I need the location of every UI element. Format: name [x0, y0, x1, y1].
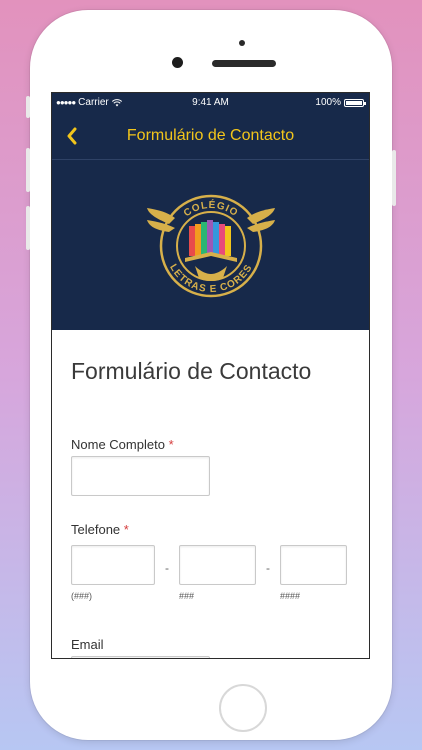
- battery-percent: 100%: [315, 97, 341, 108]
- full-name-field-group: Nome Completo *: [71, 437, 350, 496]
- phone-area-hint: (###): [71, 591, 93, 601]
- silent-switch: [26, 96, 30, 118]
- phone-prefix-hint: ###: [179, 591, 195, 601]
- earpiece-speaker: [212, 60, 276, 67]
- phone-line-hint: ####: [280, 591, 301, 601]
- email-label: Email: [71, 637, 104, 652]
- full-name-label: Nome Completo *: [71, 437, 350, 452]
- power-button: [392, 150, 396, 206]
- email-field-group: Email: [71, 637, 350, 658]
- proximity-sensor: [239, 40, 245, 46]
- required-marker: *: [123, 522, 129, 537]
- app-screen: ●●●●● Carrier 9:41 AM 100% Formulário de…: [52, 93, 369, 658]
- phone-line-group: ####: [280, 545, 347, 601]
- nav-bar: Formulário de Contacto: [52, 113, 369, 160]
- phone-area-code-input[interactable]: [71, 545, 155, 585]
- status-right: 100%: [315, 97, 366, 108]
- form-title: Formulário de Contacto: [71, 358, 312, 384]
- phone-area-group: (###): [71, 545, 155, 601]
- volume-down-button: [26, 206, 30, 250]
- email-input[interactable]: [71, 656, 210, 658]
- phone-prefix-input[interactable]: [179, 545, 256, 585]
- phone-label: Telefone *: [71, 522, 350, 537]
- phone-separator: -: [266, 561, 270, 575]
- phone-inputs-row: (###) - ### - ####: [71, 545, 350, 601]
- nav-title: Formulário de Contacto: [126, 127, 295, 144]
- phone-separator: -: [165, 561, 169, 575]
- phone-label-text: Telefone: [71, 522, 121, 537]
- required-marker: *: [168, 437, 174, 452]
- volume-up-button: [26, 148, 30, 192]
- front-camera: [172, 57, 183, 68]
- school-logo-banner: COLÉGIO LETRAS E CORES: [52, 160, 369, 330]
- status-bar: ●●●●● Carrier 9:41 AM 100%: [52, 93, 369, 113]
- home-button[interactable]: [219, 684, 267, 732]
- battery-icon: [344, 98, 366, 107]
- full-name-input[interactable]: [71, 456, 210, 496]
- contact-form: Formulário de Contacto Nome Completo * T…: [52, 358, 369, 658]
- phone-field-group: Telefone * (###) - ### - ####: [71, 522, 350, 601]
- school-logo: COLÉGIO LETRAS E CORES: [147, 194, 275, 298]
- phone-prefix-group: ###: [179, 545, 256, 601]
- phone-line-number-input[interactable]: [280, 545, 347, 585]
- full-name-label-text: Nome Completo: [71, 437, 165, 452]
